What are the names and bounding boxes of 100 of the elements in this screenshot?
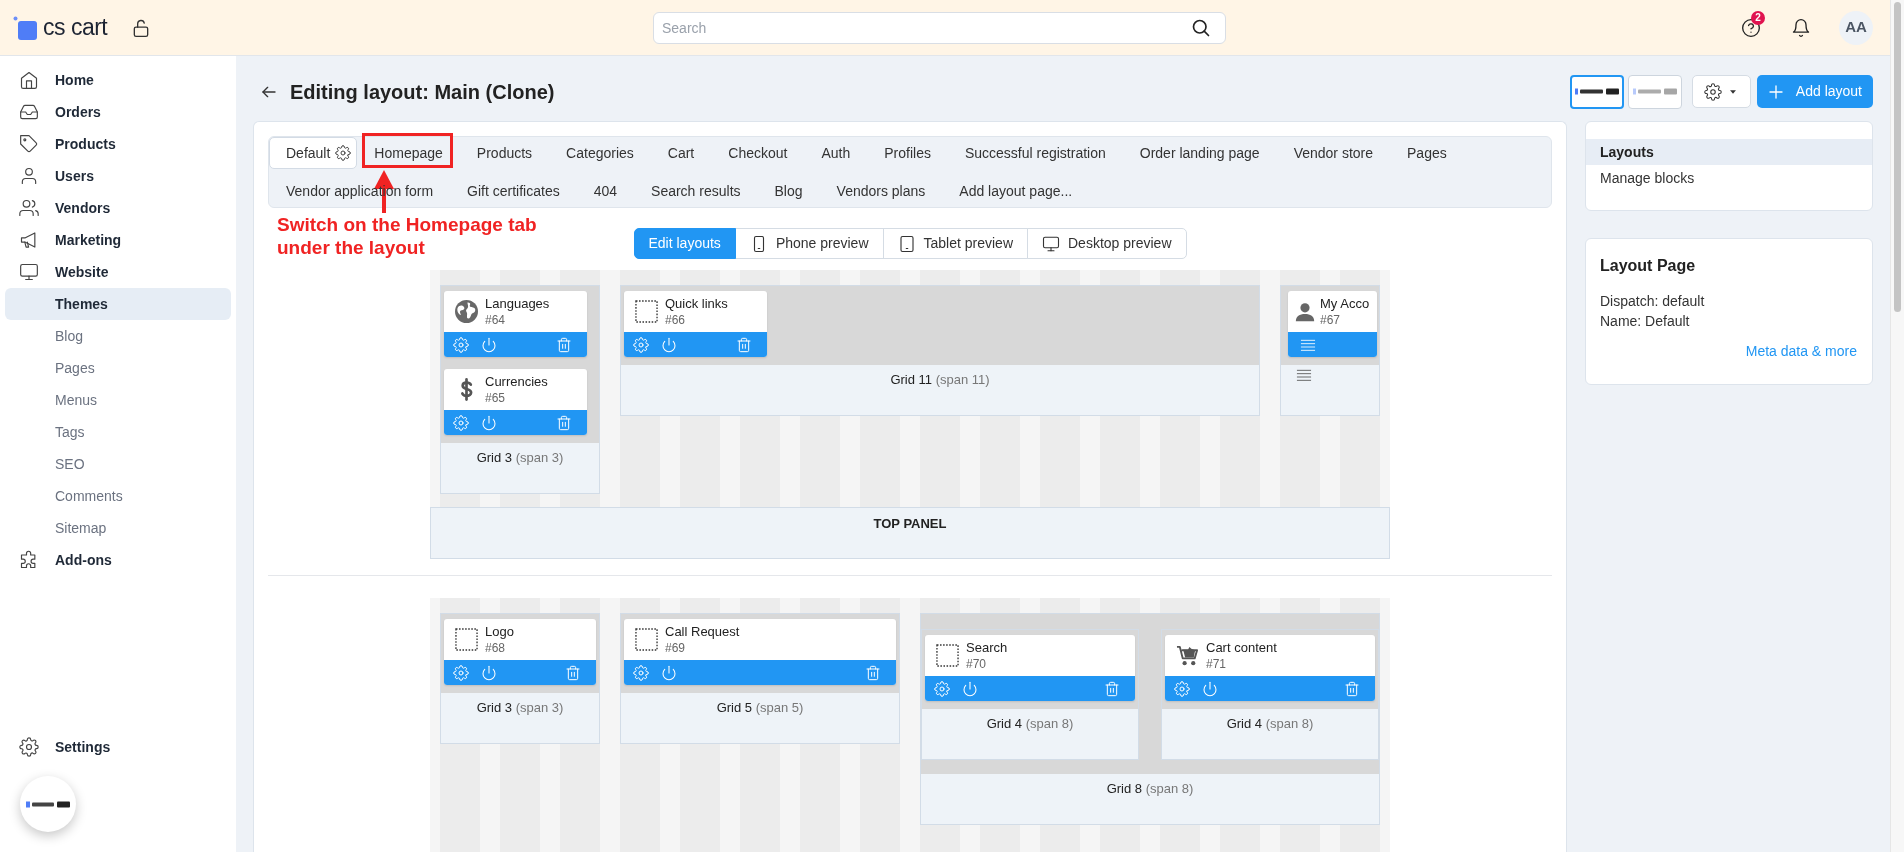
power-icon[interactable]: [481, 336, 497, 353]
sidebar-subitem[interactable]: Tags: [5, 416, 231, 448]
block-title: Cart content: [1206, 638, 1277, 656]
sidebar-subitem[interactable]: Blog: [5, 320, 231, 352]
logo-icon: [26, 800, 70, 808]
power-icon[interactable]: [1202, 680, 1218, 697]
side-menu-item[interactable]: Manage blocks: [1586, 165, 1872, 191]
block-card[interactable]: Call Request #69: [624, 619, 896, 685]
store-button[interactable]: [20, 776, 76, 832]
block-card[interactable]: Logo #68: [444, 619, 596, 685]
settings-icon: [1704, 82, 1723, 101]
trash-icon[interactable]: [565, 664, 581, 681]
tab[interactable]: Profiles: [867, 137, 948, 169]
sidebar-item[interactable]: Home: [5, 64, 231, 96]
block-card[interactable]: Currencies #65: [444, 369, 587, 435]
sidebar-subitem[interactable]: Pages: [5, 352, 231, 384]
sidebar-item[interactable]: Orders: [5, 96, 231, 128]
tab[interactable]: Pages: [1390, 137, 1464, 169]
tab[interactable]: Search results: [634, 175, 758, 207]
dotted-square-icon: [635, 300, 658, 323]
tab[interactable]: Gift certificates: [450, 175, 577, 207]
info-line: Name: Default: [1600, 312, 1691, 331]
tab[interactable]: Order landing page: [1122, 137, 1277, 169]
side-menu-item[interactable]: Layouts: [1586, 139, 1872, 165]
tab[interactable]: Checkout: [711, 137, 805, 169]
logo-text: cs cart: [43, 16, 108, 39]
sidebar-item[interactable]: Add-ons: [5, 544, 231, 576]
sidebar-item[interactable]: Website: [5, 256, 231, 288]
settings-icon: [335, 145, 352, 161]
block-id: #71: [1206, 655, 1228, 673]
section-label: TOP PANEL: [873, 515, 947, 533]
dotted-square-icon: [936, 644, 959, 667]
theme-thumbnail[interactable]: [1627, 74, 1682, 109]
sidebar-subitem[interactable]: Sitemap: [5, 512, 231, 544]
power-icon[interactable]: [962, 680, 978, 697]
trash-icon[interactable]: [1344, 680, 1360, 697]
power-icon[interactable]: [661, 336, 677, 353]
settings-icon[interactable]: [453, 414, 469, 431]
tab[interactable]: Vendors plans: [819, 175, 943, 207]
search-icon[interactable]: [1191, 17, 1211, 38]
settings-icon[interactable]: [453, 336, 469, 353]
settings-icon[interactable]: [633, 664, 649, 681]
block-title: Currencies: [485, 372, 548, 390]
view-mode-button[interactable]: Tablet preview: [882, 228, 1028, 259]
search-field[interactable]: Search: [653, 11, 1226, 44]
tab[interactable]: Homepage: [357, 137, 460, 169]
power-icon[interactable]: [661, 664, 677, 681]
tab[interactable]: Blog: [757, 175, 820, 207]
sidebar-item[interactable]: Users: [5, 160, 231, 192]
tab[interactable]: Add layout page...: [942, 175, 1090, 207]
sidebar-subitem[interactable]: Themes: [5, 288, 231, 320]
block-card[interactable]: My Acco #67: [1288, 291, 1377, 357]
block-card[interactable]: Search #70: [925, 635, 1135, 701]
page-title: Editing layout: Main (Clone): [290, 79, 555, 105]
tab[interactable]: Successful registration: [947, 137, 1123, 169]
trash-icon[interactable]: [556, 336, 572, 353]
tab[interactable]: Auth: [804, 137, 868, 169]
sidebar-item[interactable]: Products: [5, 128, 231, 160]
block-card[interactable]: Cart content #71: [1165, 635, 1375, 701]
sidebar-subitem[interactable]: SEO: [5, 448, 231, 480]
avatar[interactable]: AA: [1839, 10, 1873, 45]
trash-icon[interactable]: [736, 336, 752, 353]
sidebar-item[interactable]: Marketing: [5, 224, 231, 256]
settings-icon[interactable]: [1174, 680, 1190, 697]
power-icon[interactable]: [481, 414, 497, 431]
tab[interactable]: 404: [576, 175, 635, 207]
grid-label: Grid 11 (span 11): [890, 371, 990, 389]
tab[interactable]: Categories: [549, 137, 651, 169]
view-mode-button[interactable]: Desktop preview: [1027, 228, 1187, 259]
grid-label: Grid 3 (span 3): [476, 449, 564, 467]
scrollbar-thumb[interactable]: [1894, 2, 1901, 312]
sidebar-item[interactable]: Settings: [5, 731, 231, 763]
dotted-square-icon: [635, 628, 658, 651]
trash-icon[interactable]: [556, 414, 572, 431]
theme-thumbnail[interactable]: [1569, 74, 1624, 109]
trash-icon[interactable]: [865, 664, 881, 681]
trash-icon[interactable]: [1104, 680, 1120, 697]
block-id: #65: [485, 389, 507, 407]
tab[interactable]: Products: [459, 137, 550, 169]
grid-label: Grid 8 (span 8): [1106, 780, 1194, 798]
menu-icon[interactable]: [1296, 367, 1312, 383]
settings-dropdown[interactable]: [1691, 75, 1751, 108]
sidebar-subitem[interactable]: Menus: [5, 384, 231, 416]
inbox-icon: [19, 102, 39, 122]
block-id: #69: [665, 639, 687, 657]
settings-icon[interactable]: [934, 680, 950, 697]
tab[interactable]: Default: [269, 137, 358, 169]
sidebar-subitem[interactable]: Comments: [5, 480, 231, 512]
tab[interactable]: Vendor store: [1276, 137, 1391, 169]
block-card[interactable]: Languages #64: [444, 291, 587, 357]
sidebar-item[interactable]: Vendors: [5, 192, 231, 224]
bell-icon[interactable]: [1791, 17, 1811, 38]
settings-icon[interactable]: [633, 336, 649, 353]
settings-icon[interactable]: [453, 664, 469, 681]
monitor-icon: [1042, 234, 1060, 253]
tab[interactable]: Cart: [650, 137, 712, 169]
power-icon[interactable]: [481, 664, 497, 681]
block-card[interactable]: Quick links #66: [624, 291, 767, 357]
dotted-square-icon: [455, 628, 478, 651]
view-mode-button[interactable]: Phone preview: [734, 228, 884, 259]
